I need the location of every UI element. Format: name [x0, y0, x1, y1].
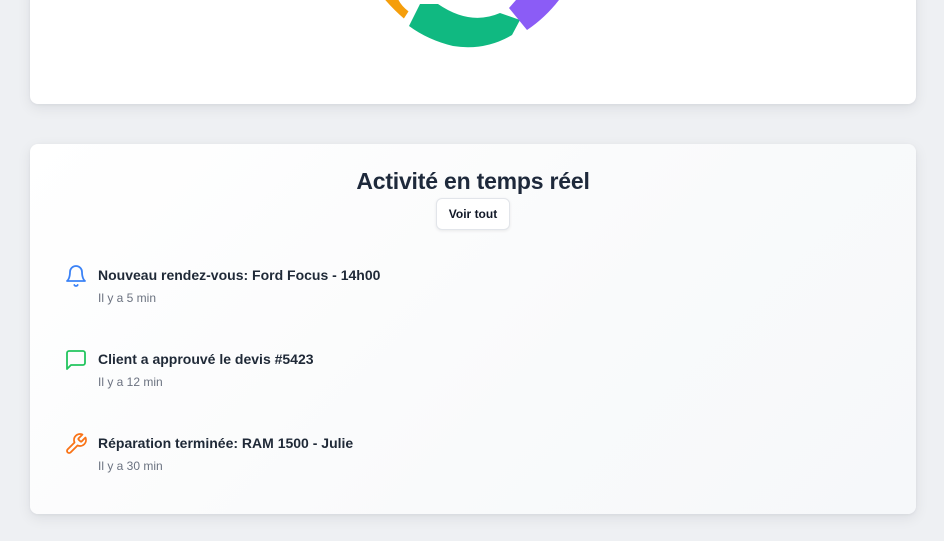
bell-icon	[66, 265, 86, 287]
activity-item[interactable]: Réparation terminée: RAM 1500 - Julie Il…	[64, 432, 764, 482]
activity-item[interactable]: Client a approuvé le devis #5423 Il y a …	[64, 348, 764, 398]
activity-text: Nouveau rendez-vous: Ford Focus - 14h00	[98, 267, 381, 283]
activity-text: Réparation terminée: RAM 1500 - Julie	[98, 435, 354, 451]
chart-card	[30, 0, 916, 104]
view-all-button[interactable]: Voir tout	[436, 198, 510, 230]
donut-segment-green	[409, 4, 520, 48]
donut-chart	[385, 0, 559, 48]
activity-time: Il y a 5 min	[98, 291, 157, 305]
donut-segment-orange	[385, 0, 409, 19]
activity-time: Il y a 30 min	[98, 459, 163, 473]
activity-item[interactable]: Nouveau rendez-vous: Ford Focus - 14h00 …	[64, 264, 764, 314]
wrench-icon	[66, 433, 87, 454]
activity-time: Il y a 12 min	[98, 375, 163, 389]
activity-card: Activité en temps réel Voir tout Nouveau…	[30, 144, 916, 514]
activity-title: Activité en temps réel	[356, 168, 590, 194]
activity-text: Client a approuvé le devis #5423	[98, 351, 314, 367]
message-icon	[66, 350, 86, 370]
